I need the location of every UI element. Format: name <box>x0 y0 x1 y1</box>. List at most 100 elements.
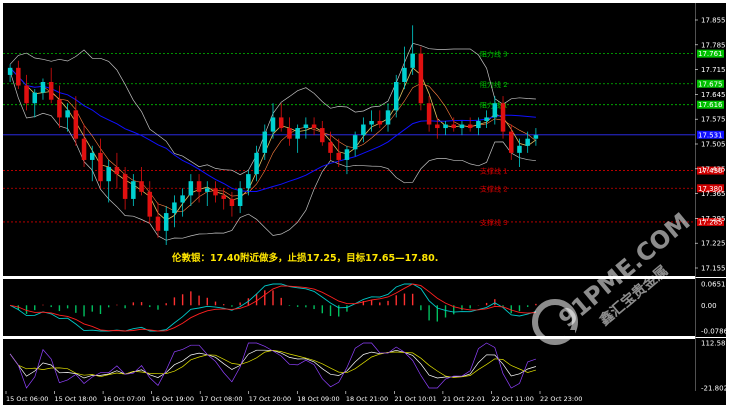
candle-body <box>418 53 424 104</box>
main-panel <box>3 3 695 276</box>
candle-body <box>377 120 383 125</box>
candle-body <box>435 124 440 129</box>
candle-body <box>114 167 120 175</box>
candle-body <box>385 110 391 125</box>
candle-body <box>57 99 62 118</box>
level-label: 支撑线 3 <box>480 218 508 227</box>
candle-body <box>147 191 153 217</box>
candle-body <box>172 202 177 214</box>
candle-body <box>262 131 268 153</box>
level-label: 阻力线 2 <box>480 80 508 89</box>
candle-body <box>459 124 465 129</box>
candle-body <box>122 174 128 199</box>
price-tick-label: 17.295 <box>701 215 726 223</box>
time-tick-label: 22 Oct 11:00 <box>491 395 533 403</box>
candle-body <box>278 117 284 129</box>
candle-body <box>90 152 95 160</box>
osc-tick-label: 112.5898 <box>701 340 729 348</box>
candle-body <box>328 142 333 153</box>
macd-tick-label: 0.0651 <box>701 281 726 289</box>
candle-body <box>311 124 317 129</box>
level-label: 阻力线 3 <box>480 50 508 59</box>
time-tick-label: 16 Oct 19:00 <box>152 395 194 403</box>
candle-body <box>48 82 54 100</box>
price-tick-label: 17.365 <box>701 190 726 198</box>
candle-body <box>410 53 415 68</box>
osc-tick-label: -21.8022 <box>701 385 729 393</box>
candle-body <box>24 85 29 104</box>
time-tick-label: 17 Oct 08:00 <box>200 395 242 403</box>
candle-body <box>295 128 300 139</box>
time-tick-label: 21 Oct 22:01 <box>443 395 485 403</box>
candle-body <box>163 213 169 231</box>
candle-body <box>188 181 194 196</box>
candle-body <box>205 188 210 192</box>
time-tick-label: 18 Oct 09:00 <box>297 395 339 403</box>
candle-body <box>16 67 21 86</box>
candle-body <box>467 124 473 129</box>
candle-body <box>393 82 399 111</box>
price-tick-label: 17.505 <box>701 141 726 149</box>
candle-body <box>32 92 38 104</box>
price-tick-label: 17.785 <box>701 41 726 49</box>
time-tick-label: 22 Oct 23:00 <box>540 395 582 403</box>
price-tick-label: 17.155 <box>701 265 726 273</box>
candle-body <box>443 124 448 129</box>
candle-body <box>361 124 366 136</box>
price-tick-label: 17.225 <box>701 240 726 248</box>
candle-body <box>492 103 498 118</box>
candle-body <box>213 188 218 196</box>
time-tick-label: 18 Oct 21:00 <box>346 395 388 403</box>
trade-annotation: 伦敦银：17.40附近做多，止损17.25，目标17.65—17.80. <box>172 252 438 264</box>
candle-body <box>81 138 87 160</box>
candle-body <box>196 181 202 192</box>
chart-window: 阻力线 3 17.761 阻力线 2 17.675 阻力线 1 17.616 支撑线 1 17… <box>0 0 729 408</box>
candle-body <box>65 110 70 118</box>
candle-body <box>180 195 185 203</box>
time-tick-label: 16 Oct 07:00 <box>103 395 145 403</box>
candle-body <box>237 188 243 206</box>
candle-body <box>525 138 530 146</box>
candle-body <box>344 149 350 160</box>
time-tick-label: 15 Oct 18:00 <box>55 395 97 403</box>
time-tick-label: 17 Oct 20:00 <box>249 395 291 403</box>
macd-tick-label: 0.00 <box>701 302 717 310</box>
candle-body <box>139 181 144 192</box>
candle-body <box>426 103 432 125</box>
candle-body <box>73 110 79 139</box>
candle-body <box>254 152 259 175</box>
candle-body <box>7 67 13 75</box>
level-label: 支撑线 2 <box>480 184 508 193</box>
candle-body <box>229 198 235 206</box>
candle-body <box>336 152 341 160</box>
price-tick-label: 17.715 <box>701 66 726 74</box>
candle-body <box>303 124 309 129</box>
price-tick-label: 17.435 <box>701 165 726 173</box>
candle-body <box>106 167 111 182</box>
candle-body <box>246 174 251 189</box>
candle-body <box>484 117 489 121</box>
candle-body <box>40 82 46 93</box>
osc-panel <box>3 339 695 391</box>
candle-body <box>402 67 407 82</box>
candle-body <box>221 195 226 199</box>
candle-body <box>533 135 539 139</box>
candle-body <box>320 128 325 143</box>
candle-body <box>270 117 276 132</box>
price-tick-label: 17.575 <box>701 116 726 124</box>
level-price-tag-text: 17.675 <box>698 80 723 88</box>
time-tick-label: 15 Oct 06:00 <box>6 395 48 403</box>
price-chart-svg[interactable]: 阻力线 3 17.761阻力线 2 17.675阻力线 1 17.616支撑线 1 17… <box>0 0 729 408</box>
candle-body <box>155 216 161 231</box>
macd-tick-label: -0.0786 <box>701 328 729 336</box>
candle-body <box>500 103 506 132</box>
candle-body <box>451 124 456 129</box>
current-price-tag-text: 17.531 <box>698 131 723 139</box>
candle-body <box>369 120 374 125</box>
candle-body <box>352 135 358 150</box>
candle-body <box>508 131 514 153</box>
price-tick-label: 17.855 <box>701 17 726 25</box>
level-label: 支撑线 1 <box>480 167 508 176</box>
candle-body <box>131 181 136 199</box>
level-price-tag-text: 17.616 <box>698 101 723 109</box>
